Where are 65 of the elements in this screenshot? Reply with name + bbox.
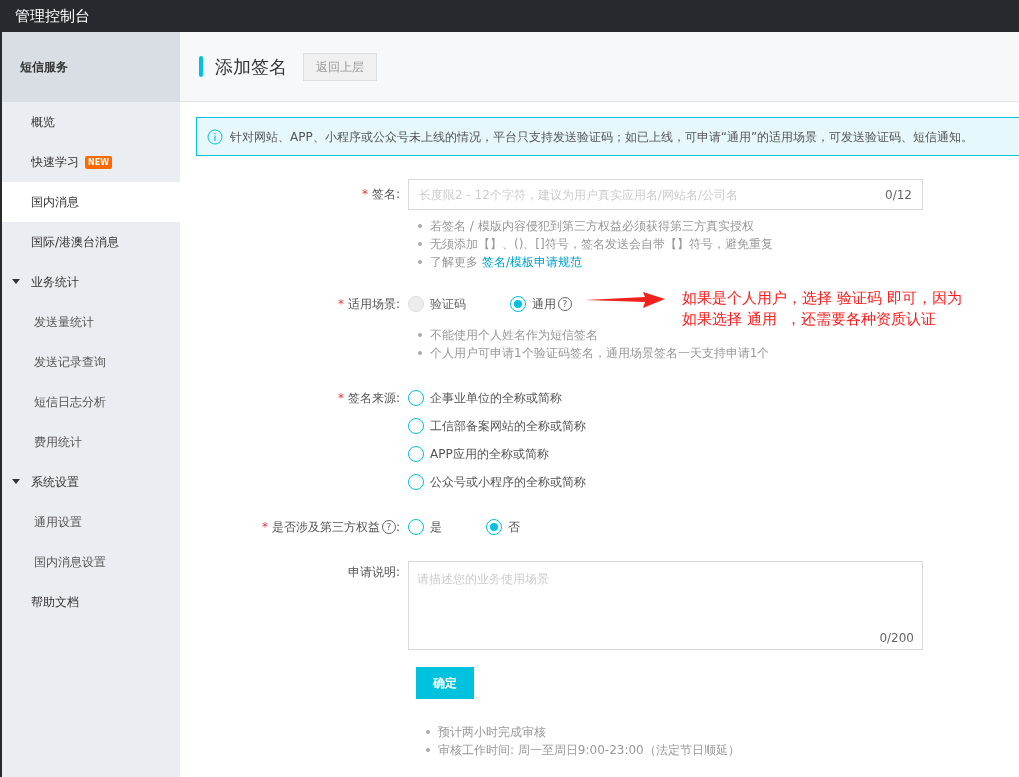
bullet	[418, 242, 422, 246]
title-accent	[199, 56, 203, 77]
annotation-text: 如果是个人用户，选择 验证码 即可，因为 如果选择 通用 ，还需要各种资质认证	[682, 288, 962, 330]
field-label: 签名来源:	[347, 390, 400, 407]
hint-text: 预计两小时完成审核	[438, 724, 546, 741]
sidebar-item[interactable]: 通用设置	[2, 502, 180, 542]
info-icon	[207, 128, 223, 145]
notice-text: 针对网站、APP、小程序或公众号未上线的情况，平台只支持发送验证码；如已上线，可申请“通用”的适用场景，可发送验证码、短信通知。	[230, 128, 974, 146]
required-asterisk: *	[261, 519, 268, 536]
hint-text: 个人用户可申请1个验证码签名，通用场景签名一天支持申请1个	[430, 345, 770, 362]
radio-label: 是	[430, 519, 442, 536]
radio-button[interactable]	[408, 474, 424, 490]
item-label: 快速学习	[31, 154, 79, 171]
bullet	[426, 748, 430, 752]
hint-text: 了解更多	[430, 254, 478, 271]
sidebar-item[interactable]: 短信日志分析	[2, 382, 180, 422]
sidebar-item[interactable]: 业务统计	[2, 262, 180, 302]
sidebar-item[interactable]: 系统设置	[2, 462, 180, 502]
radio-label: 验证码	[430, 296, 466, 313]
radio-button[interactable]	[486, 519, 502, 535]
field-label: 适用场景:	[347, 296, 400, 313]
radio-button[interactable]	[408, 446, 424, 462]
sidebar-item[interactable]: 国内消息	[2, 182, 180, 222]
item-label: 业务统计	[31, 274, 79, 291]
char-counter: 0/200	[879, 630, 914, 647]
sidebar-item[interactable]: 国际/港澳台消息	[2, 222, 180, 262]
sidebar-item[interactable]: 国内消息设置	[2, 542, 180, 582]
sidebar-item[interactable]: 快速学习 NEW	[2, 142, 180, 182]
required-asterisk: *	[337, 390, 344, 407]
bullet	[426, 730, 430, 734]
bullet	[418, 333, 422, 337]
radio-label: 企事业单位的全称或简称	[430, 390, 562, 407]
radio-label: 工信部备案网站的全称或简称	[430, 418, 586, 435]
bullet	[418, 224, 422, 228]
required-asterisk: *	[361, 186, 368, 203]
hint-text: 无须添加【】、()、[]符号，签名发送会自带【】符号，避免重复	[430, 236, 773, 253]
sidebar-title: 短信服务	[20, 59, 68, 76]
hint-text: 审核工作时间: 周一至周日9:00-23:00（法定节日顺延）	[438, 742, 740, 759]
console-title: 管理控制台	[15, 5, 90, 27]
field-label: 签名:	[371, 186, 400, 203]
bullet	[418, 260, 422, 264]
radio-button[interactable]	[408, 418, 424, 434]
label-colon: :	[395, 519, 400, 536]
radio-label: 通用	[532, 296, 556, 313]
hint-text: 若签名 / 模版内容侵犯到第三方权益必须获得第三方真实授权	[430, 218, 754, 235]
sidebar-item[interactable]: 发送记录查询	[2, 342, 180, 382]
new-badge: NEW	[85, 155, 112, 169]
page-title: 添加签名	[215, 55, 287, 79]
bullet	[418, 351, 422, 355]
hint-text: 不能使用个人姓名作为短信签名	[430, 327, 598, 344]
radio-button[interactable]	[408, 519, 424, 535]
field-label: 是否涉及第三方权益	[271, 519, 380, 536]
required-asterisk: *	[337, 296, 344, 313]
sidebar-item[interactable]: 帮助文档	[2, 582, 180, 622]
item-label: 系统设置	[31, 474, 79, 491]
radio-label: 否	[508, 519, 520, 536]
sidebar-item[interactable]: 概览	[2, 102, 180, 142]
radio-label: 公众号或小程序的全称或简称	[430, 474, 586, 491]
char-counter: 0/12	[885, 186, 912, 204]
field-label: 申请说明:	[347, 564, 400, 581]
radio-button[interactable]	[408, 390, 424, 406]
sidebar-item[interactable]: 费用统计	[2, 422, 180, 462]
sidebar-item[interactable]: 发送量统计	[2, 302, 180, 342]
radio-label: APP应用的全称或简称	[430, 446, 549, 463]
radio-button[interactable]	[510, 296, 526, 312]
